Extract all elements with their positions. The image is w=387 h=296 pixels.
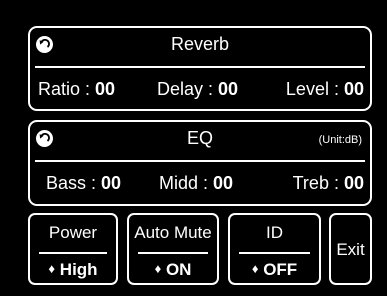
auto-mute-divider [138, 252, 208, 254]
treb-label: Treb [292, 173, 329, 193]
diamond-icon: ♦ [251, 261, 259, 276]
power-divider [39, 252, 107, 254]
ratio-value: 00 [95, 79, 116, 99]
auto-mute-value-row: ♦ ON [129, 259, 217, 280]
level-value: 00 [343, 79, 364, 99]
power-label: Power [48, 223, 98, 242]
delay-value: 00 [218, 79, 239, 99]
level-param[interactable]: Level : 00 [286, 78, 364, 100]
midd-label: Midd [159, 173, 199, 193]
id-label: ID [266, 223, 283, 242]
diamond-icon: ♦ [154, 261, 162, 276]
bass-param[interactable]: Bass : 00 [46, 172, 121, 194]
reverb-title: Reverb [170, 34, 230, 54]
id-divider [239, 252, 310, 254]
delay-label: Delay [157, 79, 204, 99]
level-label: Level [285, 79, 329, 99]
id-value-row: ♦ OFF [230, 259, 319, 280]
delay-param[interactable]: Delay : 00 [157, 78, 238, 100]
reverb-divider [35, 66, 365, 68]
exit-button[interactable]: Exit [329, 213, 372, 285]
power-button[interactable]: Power ♦ High [28, 213, 118, 285]
bass-value: 00 [101, 173, 122, 193]
ratio-param[interactable]: Ratio : 00 [38, 78, 115, 100]
auto-mute-label: Auto Mute [134, 223, 212, 242]
bass-label: Bass [46, 173, 87, 193]
ratio-label: Ratio [38, 79, 81, 99]
power-value: High [59, 260, 98, 279]
auto-mute-button[interactable]: Auto Mute ♦ ON [127, 213, 219, 285]
eq-divider [35, 160, 365, 162]
midd-param[interactable]: Midd : 00 [159, 172, 233, 194]
id-value: OFF [263, 260, 298, 279]
eq-panel: EQ (Unit:dB) Bass : 00 Midd : 00 Treb : … [28, 120, 372, 206]
eq-unit: (Unit:dB) [318, 134, 362, 146]
power-value-row: ♦ High [30, 259, 116, 280]
diamond-icon: ♦ [48, 261, 56, 276]
reverb-panel: Reverb Ratio : 00 Delay : 00 Level : 00 [28, 26, 372, 111]
id-button[interactable]: ID ♦ OFF [228, 213, 321, 285]
treb-value: 00 [343, 173, 364, 193]
treb-param[interactable]: Treb : 00 [293, 172, 364, 194]
midd-value: 00 [213, 173, 234, 193]
auto-mute-value: ON [165, 260, 192, 279]
exit-label: Exit [336, 240, 365, 259]
